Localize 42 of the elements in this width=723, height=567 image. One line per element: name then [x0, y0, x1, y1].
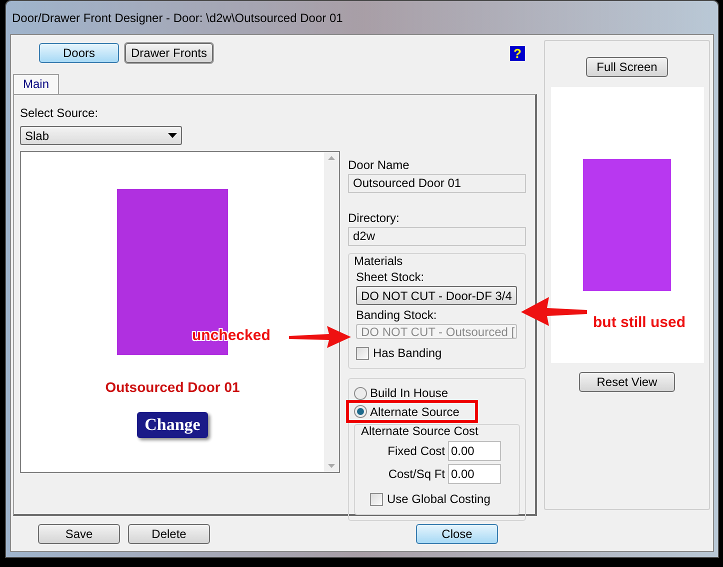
field-label: Select Source:	[20, 105, 100, 122]
scroll-down-icon[interactable]	[328, 464, 335, 468]
dropdown-caret-icon	[168, 133, 177, 138]
door-name-caption: Outsourced Door 01	[105, 378, 240, 397]
dropdown[interactable]: DO NOT CUT - Door-DF 3/4	[356, 286, 517, 305]
field-label: Directory:	[348, 210, 400, 227]
text-field[interactable]: 0.00	[448, 441, 501, 461]
tab[interactable]: Main	[13, 74, 60, 94]
checkbox-label: Use Global Costing	[387, 491, 490, 508]
annotation-arrow	[289, 324, 352, 350]
text-field[interactable]: Outsourced Door 01	[348, 174, 526, 193]
text-field[interactable]: d2w	[348, 227, 526, 246]
help-button[interactable]: ?	[510, 46, 525, 60]
change-button[interactable]: Change	[136, 412, 208, 438]
footer-button[interactable]: Save	[38, 524, 120, 544]
radio-button[interactable]	[354, 405, 367, 418]
checkbox[interactable]	[370, 492, 383, 506]
mode-button[interactable]: Drawer Fronts	[125, 43, 213, 63]
field-label: Cost/Sq Ft	[388, 466, 445, 483]
full-screen-button[interactable]: Full Screen	[586, 57, 668, 77]
field-label: Banding Stock:	[356, 307, 438, 324]
scroll-up-icon[interactable]	[328, 156, 335, 160]
radio-label: Build In House	[370, 385, 448, 402]
dropdown[interactable]: Slab	[20, 126, 182, 145]
text-field[interactable]: 0.00	[448, 464, 501, 484]
radio-button[interactable]	[354, 386, 367, 400]
scrollbar[interactable]	[324, 152, 339, 472]
field-label: Fixed Cost	[388, 443, 445, 460]
field-label: Door Name	[348, 157, 410, 174]
footer-button[interactable]: Delete	[128, 524, 210, 544]
mode-button[interactable]: Doors	[39, 43, 119, 63]
field-label: Sheet Stock:	[356, 269, 426, 286]
annotation-text: but still used	[593, 313, 686, 333]
radio-label: Alternate Source	[370, 404, 460, 420]
checkbox[interactable]	[356, 346, 369, 360]
window-title: Door/Drawer Front Designer - Door: \d2w\Outsourced Door 01	[12, 10, 343, 26]
annotation-arrow	[521, 297, 587, 327]
footer-button[interactable]: Close	[416, 524, 498, 544]
reset-view-button[interactable]: Reset View	[579, 372, 675, 392]
group-title: Alternate Source Cost	[361, 424, 480, 438]
checkbox-label: Has Banding	[373, 345, 442, 362]
group-title: Materials	[354, 254, 404, 268]
